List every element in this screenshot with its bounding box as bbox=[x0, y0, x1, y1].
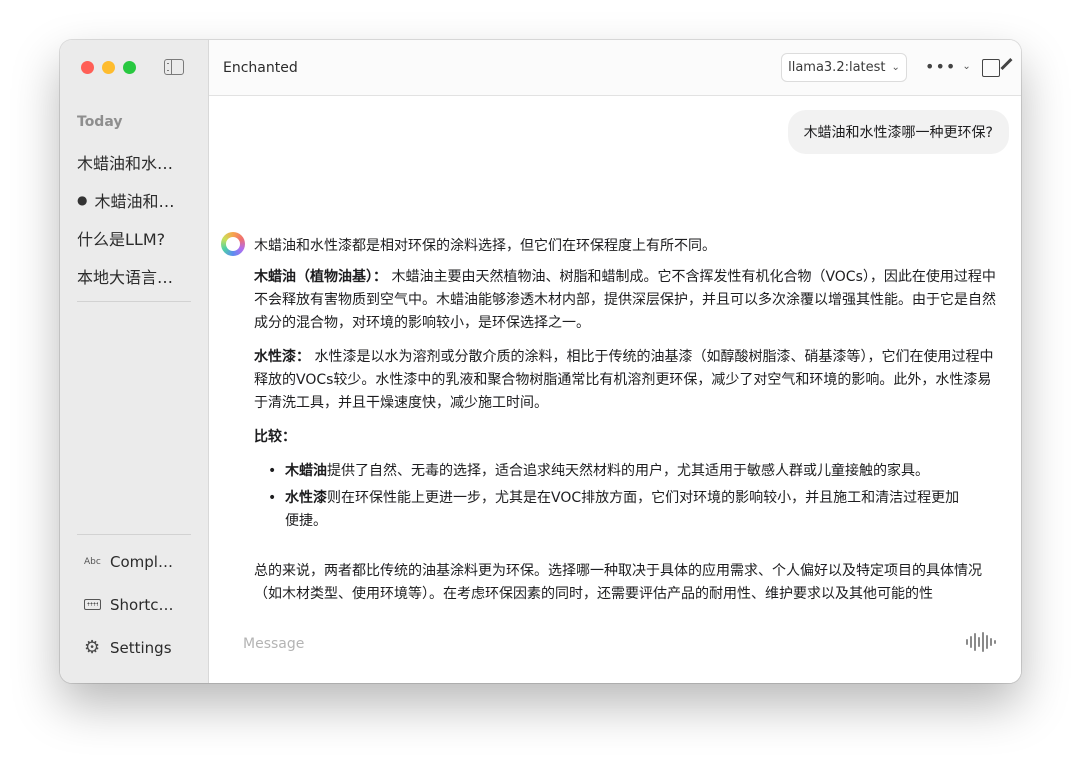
shortcuts-button[interactable]: Shortc… bbox=[60, 583, 209, 626]
gear-icon: ⚙ bbox=[84, 636, 101, 658]
list-item-text: 提供了自然、无毒的选择，适合追求纯天然材料的用户，尤其适用于敏感人群或儿童接触的… bbox=[327, 463, 929, 479]
compare-heading: 比较： bbox=[254, 429, 296, 445]
sidebar: Today 木蜡油和水… ● 木蜡油和… 什么是LLM? 本地大语言… Abc … bbox=[60, 40, 209, 683]
list-item: 木蜡油提供了自然、无毒的选择，适合追求纯天然材料的用户，尤其适用于敏感人群或儿童… bbox=[268, 460, 999, 483]
chevron-down-icon: ⌄ bbox=[962, 61, 972, 72]
toolbar: Enchanted llama3.2:latest ⌄ ••• ⌄ bbox=[209, 40, 1021, 96]
comparison-list: 木蜡油提供了自然、无毒的选择，适合追求纯天然材料的用户，尤其适用于敏感人群或儿童… bbox=[268, 460, 999, 533]
list-item: 水性漆则在环保性能上更进一步，尤其是在VOC排放方面，它们对环境的影响较小，并且… bbox=[268, 487, 968, 533]
shortcuts-label: Shortc… bbox=[110, 595, 174, 614]
conversation-item[interactable]: 本地大语言… bbox=[60, 257, 209, 295]
assistant-body: 木蜡油（植物油基）： 木蜡油主要由天然植物油、树脂和蜡制成。它不含挥发性有机化合… bbox=[254, 266, 999, 617]
settings-button[interactable]: ⚙ Settings bbox=[60, 626, 209, 669]
model-selector[interactable]: llama3.2:latest ⌄ bbox=[781, 53, 907, 82]
sidebar-divider bbox=[77, 534, 191, 535]
app-title: Enchanted bbox=[223, 60, 298, 76]
new-chat-compose-icon[interactable] bbox=[982, 59, 1000, 77]
ellipsis-icon: ••• bbox=[925, 57, 957, 76]
chevron-down-icon: ⌄ bbox=[891, 62, 900, 73]
list-item-title: 木蜡油 bbox=[285, 463, 327, 479]
paragraph-title: 木蜡油（植物油基）： bbox=[254, 269, 387, 285]
assistant-lead-text: 木蜡油和水性漆都是相对环保的涂料选择，但它们在环保程度上有所不同。 bbox=[254, 238, 716, 254]
conversation-item[interactable]: 木蜡油和水… bbox=[60, 143, 209, 181]
assistant-avatar-icon bbox=[221, 232, 245, 256]
completions-label: Compl… bbox=[110, 552, 173, 571]
paragraph-text: 水性漆是以水为溶剂或分散介质的涂料，相比于传统的油基漆（如醇酸树脂漆、硝基漆等）… bbox=[254, 349, 994, 411]
conversation-item[interactable]: 什么是LLM? bbox=[60, 219, 209, 257]
settings-label: Settings bbox=[110, 638, 172, 657]
list-item-title: 水性漆 bbox=[285, 490, 327, 506]
sidebar-bottom-menu: Abc Compl… Shortc… ⚙ Settings bbox=[60, 540, 209, 669]
conversation-list: 木蜡油和水… ● 木蜡油和… 什么是LLM? 本地大语言… bbox=[60, 143, 209, 295]
paragraph: 水性漆： 水性漆是以水为溶剂或分散介质的涂料，相比于传统的油基漆（如醇酸树脂漆、… bbox=[254, 346, 999, 415]
message-input[interactable] bbox=[243, 636, 943, 652]
close-window-button[interactable] bbox=[81, 61, 94, 74]
sidebar-divider bbox=[77, 301, 191, 302]
chat-main: Enchanted llama3.2:latest ⌄ ••• ⌄ 木蜡油和水性… bbox=[209, 40, 1021, 683]
paragraph-title: 水性漆： bbox=[254, 349, 310, 365]
conversation-label: 本地大语言… bbox=[77, 268, 174, 287]
window-controls bbox=[81, 61, 136, 74]
sidebar-toggle-icon[interactable] bbox=[164, 59, 184, 75]
section-label-today: Today bbox=[77, 114, 123, 130]
voice-input-waveform-icon[interactable] bbox=[966, 631, 996, 653]
abc-icon: Abc bbox=[84, 556, 101, 567]
paragraph: 比较： bbox=[254, 426, 999, 449]
app-window: Today 木蜡油和水… ● 木蜡油和… 什么是LLM? 本地大语言… Abc … bbox=[60, 40, 1021, 683]
conversation-label: 木蜡油和水… bbox=[77, 154, 174, 173]
conversation-label: 木蜡油和… bbox=[94, 192, 175, 211]
zoom-window-button[interactable] bbox=[123, 61, 136, 74]
list-item-text: 则在环保性能上更进一步，尤其是在VOC排放方面，它们对环境的影响较小，并且施工和… bbox=[285, 490, 960, 529]
conversation-item-active[interactable]: ● 木蜡油和… bbox=[60, 181, 209, 219]
user-message-bubble: 木蜡油和水性漆哪一种更环保? bbox=[787, 110, 1009, 154]
minimize-window-button[interactable] bbox=[102, 61, 115, 74]
active-dot-icon: ● bbox=[77, 193, 88, 207]
conversation-label: 什么是LLM? bbox=[77, 230, 166, 249]
more-options-button[interactable]: ••• ⌄ bbox=[925, 57, 972, 76]
model-name: llama3.2:latest bbox=[788, 60, 886, 75]
paragraph: 木蜡油（植物油基）： 木蜡油主要由天然植物油、树脂和蜡制成。它不含挥发性有机化合… bbox=[254, 266, 999, 335]
keyboard-icon bbox=[84, 599, 104, 610]
completions-button[interactable]: Abc Compl… bbox=[60, 540, 209, 583]
